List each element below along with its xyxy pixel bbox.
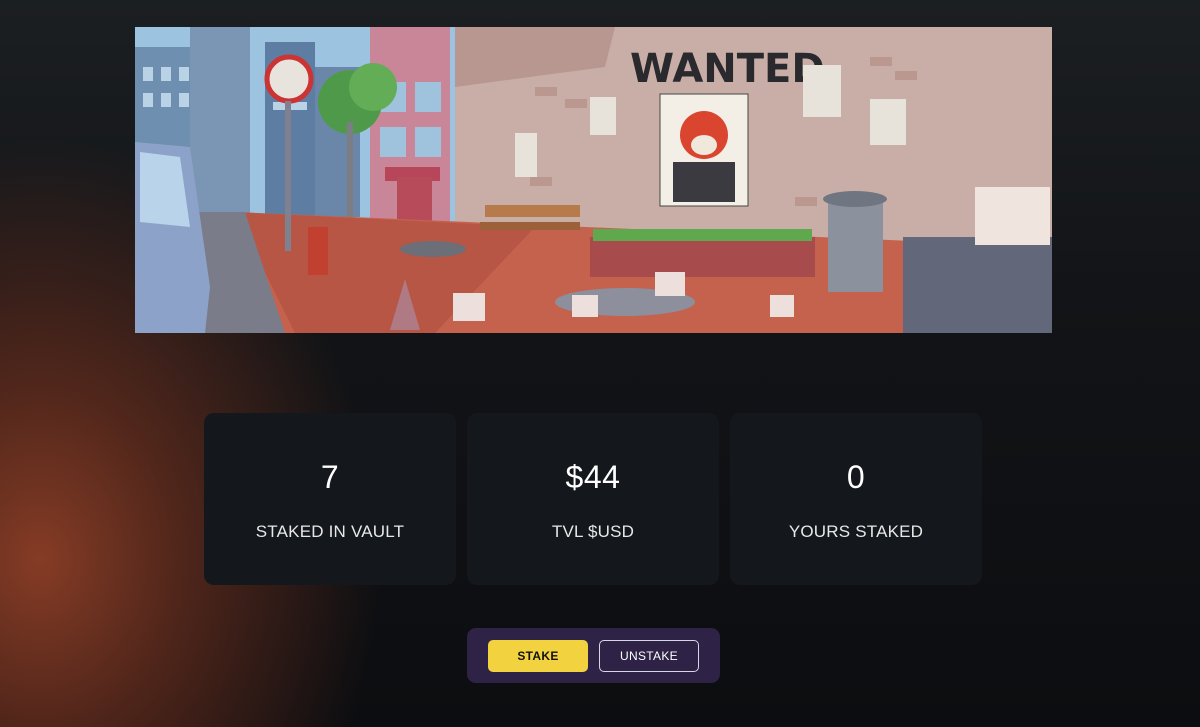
stake-action-bar: STAKE UNSTAKE [467, 628, 720, 683]
unstake-button[interactable]: UNSTAKE [599, 639, 699, 672]
stat-card-yours-staked: 0 YOURS STAKED [730, 413, 982, 585]
hero-banner-illustration: WANTED [135, 27, 1052, 333]
stat-card-tvl-usd: $44 TVL $USD [467, 413, 719, 585]
stake-button[interactable]: STAKE [488, 639, 588, 672]
wanted-graffiti-text: WANTED [630, 46, 825, 92]
stat-value: 0 [846, 459, 866, 495]
stat-card-staked-in-vault: 7 STAKED IN VAULT [204, 413, 456, 585]
stat-value: $44 [565, 459, 621, 495]
stat-value: 7 [320, 459, 340, 495]
stat-label: YOURS STAKED [788, 522, 924, 541]
stat-label: STAKED IN VAULT [255, 522, 405, 541]
alley-scene-artwork: WANTED [135, 27, 1052, 333]
stats-row: 7 STAKED IN VAULT $44 TVL $USD 0 YOURS S… [204, 413, 984, 585]
stat-label: TVL $USD [551, 522, 635, 541]
